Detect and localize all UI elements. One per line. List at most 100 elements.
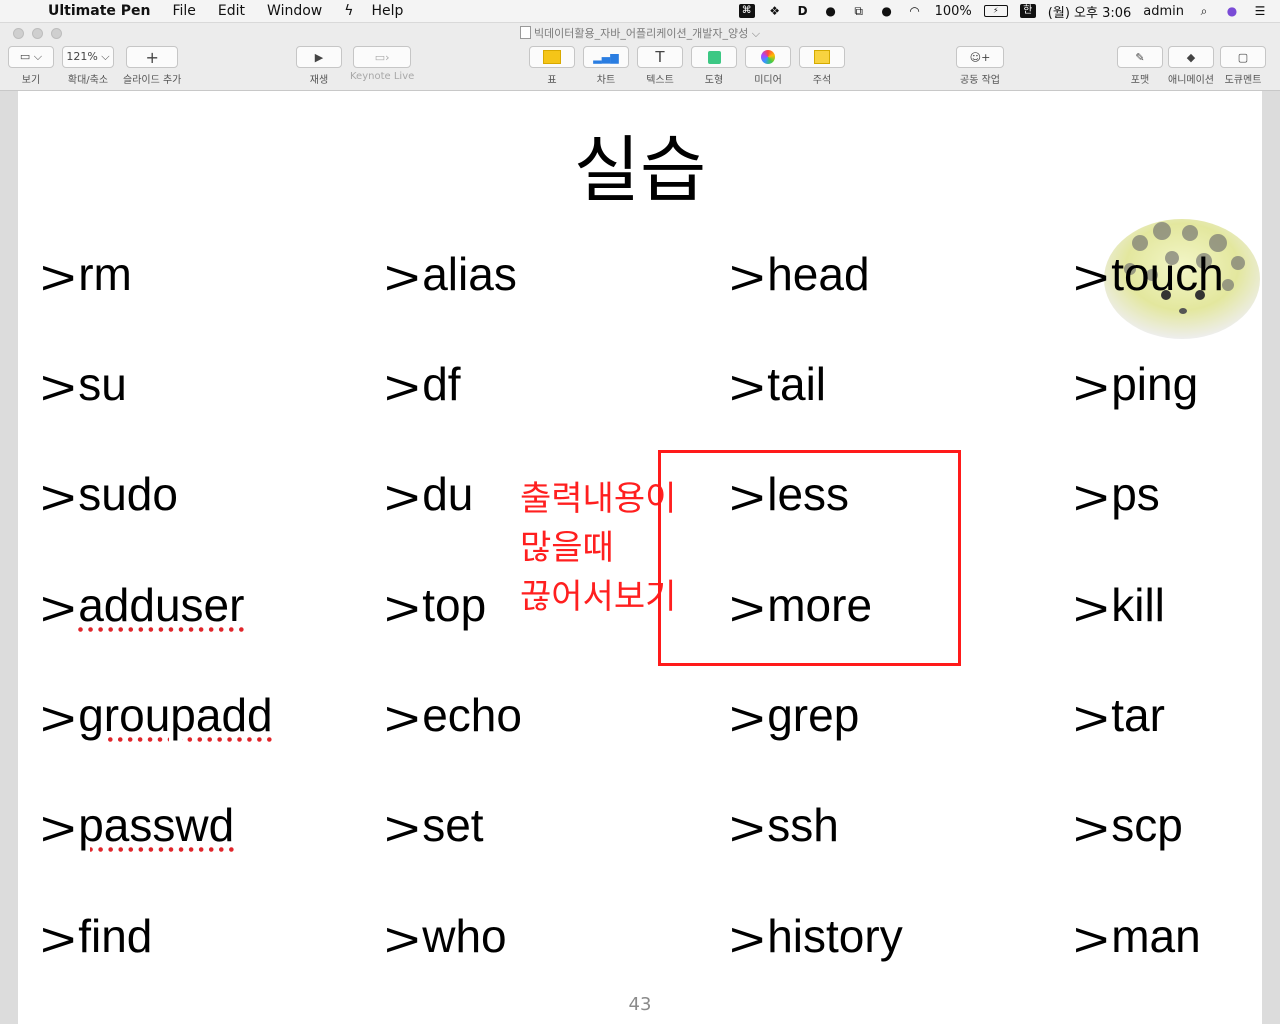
command-ping[interactable]: > ping [1073,350,1199,412]
broadcast-icon: ▭› [374,50,390,64]
document-title[interactable]: 빅데이터활용_자바_어플리케이션_개발자_양성 ⌵ [0,25,1280,41]
view-tool[interactable]: ▭ ⌵ 보기 [8,46,54,86]
command-touch[interactable]: > touch [1073,240,1224,302]
prompt-symbol: > [40,250,77,305]
command-scp[interactable]: > scp [1073,791,1183,853]
command-who[interactable]: > who [384,902,507,964]
command-passwd[interactable]: > passwd [40,791,234,856]
command-history[interactable]: > history [729,902,903,967]
zoom-select[interactable]: 121% ⌵ [62,46,114,68]
menu-app-name[interactable]: Ultimate Pen [48,3,150,19]
animate-button[interactable]: ◆ [1168,46,1214,68]
zoom-tool[interactable]: 121% ⌵ 확대/축소 [62,46,114,86]
command-du[interactable]: > du [384,460,474,522]
keynote-live-label: Keynote Live [350,71,415,82]
keynote-live-tool[interactable]: ▭› Keynote Live [350,46,414,82]
document-button[interactable]: ▢ [1220,46,1266,68]
shape-button[interactable] [691,46,737,68]
shape-tool[interactable]: 도형 [691,46,737,86]
menu-file[interactable]: File [172,3,195,19]
command-tar[interactable]: > tar [1073,681,1165,746]
command-head[interactable]: > head [729,240,870,302]
command-ssh[interactable]: > ssh [729,791,839,853]
wifi-icon[interactable]: ◠ [907,4,923,18]
play-button[interactable]: ▶ [296,46,342,68]
input-method-indicator[interactable]: 한 [1019,4,1036,18]
chart-button[interactable]: ▂▄▆ [583,46,629,68]
command-alias[interactable]: > alias [384,240,517,302]
command-adduser[interactable]: > adduser [40,571,244,633]
d-app-icon[interactable]: D [795,4,811,18]
table-icon [543,50,561,64]
command-man[interactable]: > man [1073,902,1201,967]
play-tool[interactable]: ▶ 재생 [296,46,342,86]
table-button[interactable] [529,46,575,68]
menu-clock[interactable]: (월) 오후 3:06 [1048,2,1131,21]
command-word: rm [78,248,132,300]
creature-icon[interactable]: ● [823,4,839,18]
collaborate-tool[interactable]: ☺+ 공동 작업 [956,46,1004,86]
slide-title[interactable]: 실습 [18,125,1262,215]
media-tool[interactable]: 미디어 [745,46,791,86]
window-icon[interactable]: ⧉ [851,4,867,18]
menu-help[interactable]: Help [372,3,404,19]
slide[interactable]: 실습 출력내용이 많을때 끊어서보기 [18,91,1262,1024]
view-button[interactable]: ▭ ⌵ [8,46,54,68]
chart-tool[interactable]: ▂▄▆ 차트 [583,46,629,86]
menu-edit[interactable]: Edit [218,3,245,19]
command-df[interactable]: > df [384,350,461,412]
prompt-symbol: > [40,801,77,856]
animate-tool[interactable]: ◆ 애니메이션 [1168,46,1214,86]
keynote-doc-icon [519,26,531,39]
command-kill[interactable]: > kill [1073,571,1165,633]
command-ps[interactable]: > ps [1073,460,1160,522]
command-grep[interactable]: > grep [729,681,859,743]
prompt-symbol: > [1073,691,1110,746]
command-word: du [422,468,474,520]
command-key-icon[interactable]: ⌘ [738,4,755,18]
text-tool[interactable]: T 텍스트 [637,46,683,86]
message-icon[interactable]: ● [879,4,895,18]
siri-icon[interactable]: ● [1224,4,1240,18]
keynote-live-button[interactable]: ▭› [353,46,412,68]
prompt-symbol: > [729,470,766,525]
command-echo[interactable]: > echo [384,681,522,743]
add-slide-button[interactable]: + [126,46,179,68]
prompt-symbol: > [1073,912,1110,967]
add-slide-tool[interactable]: + 슬라이드 추가 [123,46,181,86]
comment-button[interactable] [799,46,845,68]
comment-tool[interactable]: 주석 [799,46,845,86]
command-word: head [767,248,870,300]
command-top[interactable]: > top [384,571,486,633]
table-tool[interactable]: 표 [529,46,575,86]
command-word: sudo [78,468,178,520]
format-tool[interactable]: ✎ 포맷 [1117,46,1163,86]
format-button[interactable]: ✎ [1117,46,1163,68]
document-tool[interactable]: ▢ 도큐멘트 [1220,46,1266,86]
menu-user[interactable]: admin [1143,4,1184,19]
media-button[interactable] [745,46,791,68]
command-su[interactable]: > su [40,350,127,412]
battery-icon[interactable]: ⚡ [983,5,1008,17]
command-word: touch [1111,248,1224,300]
menu-window[interactable]: Window [267,3,322,19]
search-icon[interactable]: ⌕ [1196,4,1212,18]
command-sudo[interactable]: > sudo [40,460,178,522]
command-rm[interactable]: > rm [40,240,132,305]
command-find[interactable]: > find [40,902,152,964]
command-groupadd[interactable]: > groupadd [40,681,273,743]
command-tail[interactable]: > tail [729,350,826,412]
command-word: ping [1111,358,1199,410]
text-button[interactable]: T [637,46,683,68]
command-word: echo [422,689,522,741]
command-less[interactable]: > less [729,460,849,525]
command-more[interactable]: > more [729,571,872,633]
notification-list-icon[interactable]: ☰ [1252,4,1268,18]
photos-flower-icon [761,50,775,64]
prompt-symbol: > [729,912,766,967]
dropbox-icon[interactable]: ❖ [767,4,783,18]
menu-lightning-icon[interactable]: ϟ [344,3,353,19]
collaborate-button[interactable]: ☺+ [956,46,1004,68]
keynote-toolbar: ▭ ⌵ 보기 121% ⌵ 확대/축소 + 슬라이드 추가 ▶ 재생 ▭› Ke… [0,43,1280,91]
command-set[interactable]: > set [384,791,484,853]
